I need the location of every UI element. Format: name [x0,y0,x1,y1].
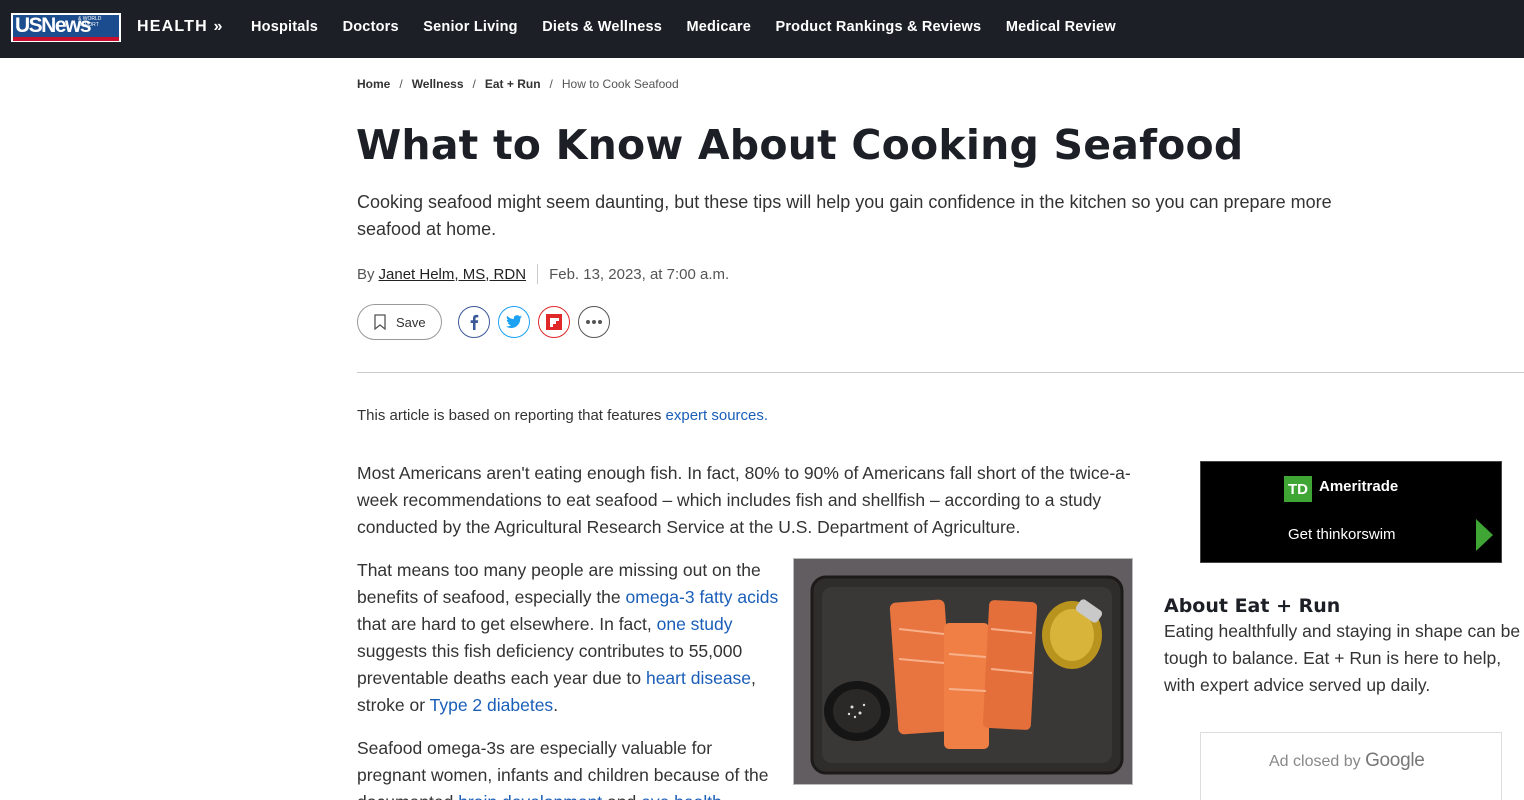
article-subtitle: Cooking seafood might seem daunting, but… [357,192,1332,239]
nav-item-product-rankings[interactable]: Product Rankings & Reviews [775,19,981,35]
breadcrumb-wellness[interactable]: Wellness [412,77,464,91]
top-navigation: USNews & WORLD REPORT HEALTH » Hospitals… [0,0,1524,58]
bookmark-icon [374,314,386,330]
paragraph-text: . [553,695,559,715]
breadcrumb-separator: / [399,77,403,91]
ad-brand-name: Ameritrade [1319,478,1399,495]
expert-sources-link[interactable]: expert sources. [666,407,769,424]
logo-red-bar [13,37,119,41]
eye-health-link[interactable]: eye health [641,792,722,800]
save-label: Save [396,314,426,330]
type-2-diabetes-link[interactable]: Type 2 diabetes [430,695,554,715]
publish-date: Feb. 13, 2023, at 7:00 a.m. [549,265,730,283]
td-logo: TD [1284,476,1312,502]
paragraph-text: that are hard to get elsewhere. In fact, [357,614,657,634]
td-ameritrade-ad[interactable]: TD Ameritrade Get thinkorswim [1200,461,1502,563]
author-link[interactable]: Janet Helm, MS, RDN [379,266,527,283]
nav-item-doctors[interactable]: Doctors [343,19,399,35]
omega-3-link[interactable]: omega-3 fatty acids [626,587,779,607]
byline-prefix: By [357,265,375,283]
brain-development-link[interactable]: brain development [458,792,602,800]
article-paragraph-1: Most Americans aren't eating enough fish… [357,463,1131,537]
byline-divider [537,264,539,284]
save-button[interactable]: Save [357,304,442,340]
article-title: What to Know About Cooking Seafood [356,121,1244,169]
article-paragraph-3: Seafood omega-3s are especially valuable… [357,735,782,800]
heart-disease-link[interactable]: heart disease [646,668,751,688]
breadcrumb-separator: / [472,77,476,91]
nav-item-medicare[interactable]: Medicare [687,19,751,35]
sources-note: This article is based on reporting that … [357,407,768,424]
paragraph-text: and [602,792,641,800]
share-facebook-button[interactable] [458,306,490,338]
nav-item-diets-wellness[interactable]: Diets & Wellness [542,19,662,35]
section-divider [357,372,1524,373]
ad-closed-label: Ad closed by [1269,753,1361,770]
play-arrow-icon [1476,519,1493,551]
google-wordmark: Google [1365,750,1425,771]
breadcrumb-separator: / [549,77,553,91]
article-paragraph-2: That means too many people are missing o… [357,557,782,719]
ad-cta-text: Get thinkorswim [1288,526,1396,543]
more-icon [586,320,602,324]
breadcrumb-home[interactable]: Home [357,77,390,91]
paragraph-text: Seafood omega-3s are especially valuable… [357,738,769,800]
share-flipboard-button[interactable] [538,306,570,338]
salmon-photo [793,558,1133,785]
health-section-link[interactable]: HEALTH » [137,18,224,36]
share-twitter-button[interactable] [498,306,530,338]
breadcrumb-eat-run[interactable]: Eat + Run [485,77,541,91]
nav-item-medical-review[interactable]: Medical Review [1006,19,1116,35]
twitter-icon [506,315,522,328]
ad-closed-box: Ad closed by Google [1200,732,1502,800]
about-line: with expert advice served up daily. [1164,675,1431,695]
facebook-icon [470,314,479,330]
breadcrumb: Home / Wellness / Eat + Run / How to Coo… [357,77,679,91]
salmon-illustration [794,559,1132,784]
nav-item-senior-living[interactable]: Senior Living [423,19,517,35]
ad-closed-message: Ad closed by Google [1269,750,1425,772]
about-section-text: Eating healthfully and staying in shape … [1164,618,1524,699]
logo-tagline: & WORLD REPORT [78,16,102,28]
one-study-link[interactable]: one study [657,614,733,634]
about-section-title: About Eat + Run [1164,595,1341,617]
nav-item-hospitals[interactable]: Hospitals [251,19,318,35]
article-actions: Save [357,304,610,340]
about-line: tough to balance. Eat + Run is here to h… [1164,648,1502,668]
flipboard-icon [546,314,562,330]
share-more-button[interactable] [578,306,610,338]
byline: By Janet Helm, MS, RDN Feb. 13, 2023, at… [357,264,729,284]
sources-note-text: This article is based on reporting that … [357,407,662,424]
breadcrumb-current: How to Cook Seafood [561,77,679,91]
usnews-logo[interactable]: USNews & WORLD REPORT [11,13,121,42]
nav-items: Hospitals Doctors Senior Living Diets & … [251,19,1140,35]
about-line: Eating healthfully and staying in shape … [1164,621,1521,641]
